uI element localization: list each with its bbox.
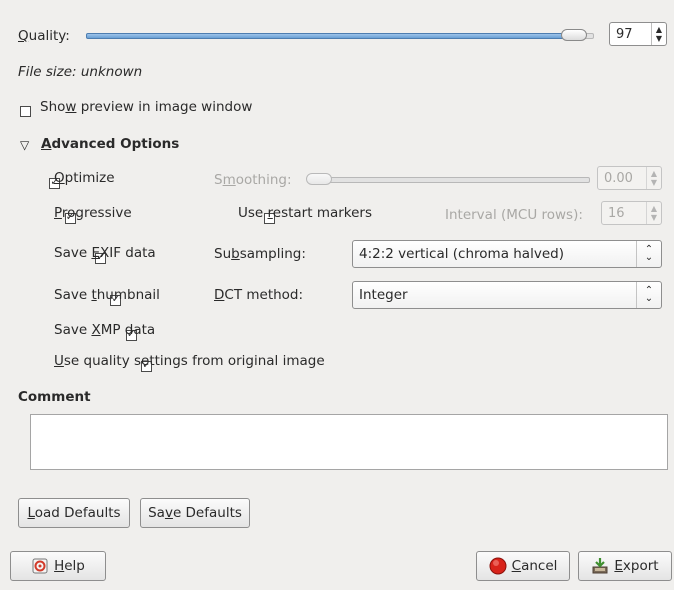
subsampling-value[interactable]: 4:2:2 vertical (chroma halved) — [353, 246, 636, 262]
quality-slider-handle[interactable] — [561, 29, 587, 41]
subsampling-combo[interactable]: 4:2:2 vertical (chroma halved) ⌃ ⌄ — [352, 240, 662, 268]
smoothing-spin-arrows-icon[interactable]: ▲ ▼ — [646, 167, 661, 189]
comment-textarea[interactable] — [30, 414, 668, 470]
smoothing-spinbox[interactable]: 0.00 ▲ ▼ — [597, 166, 662, 190]
help-button[interactable]: Help — [10, 551, 106, 581]
cancel-label: Cancel — [511, 558, 558, 574]
export-button[interactable]: Export — [578, 551, 672, 581]
smoothing-value[interactable]: 0.00 — [598, 171, 646, 186]
save-exif-label[interactable]: Save EXIF data — [54, 245, 156, 261]
cancel-icon — [489, 557, 507, 575]
quality-spinbox[interactable]: 97 ▲ ▼ — [609, 22, 667, 46]
combo-arrows-icon[interactable]: ⌃ ⌄ — [636, 241, 661, 267]
advanced-options-expander[interactable]: Advanced Options — [41, 136, 179, 152]
quality-spin-arrows-icon[interactable]: ▲ ▼ — [651, 23, 666, 45]
smoothing-label: Smoothing: — [214, 172, 292, 188]
save-defaults-label: Save Defaults — [148, 505, 242, 521]
smoothing-slider-track[interactable] — [310, 177, 590, 183]
comment-heading: Comment — [18, 389, 91, 405]
dct-method-label: DCT method: — [214, 287, 304, 303]
expander-open-icon[interactable]: ▽ — [20, 138, 29, 152]
help-icon — [31, 557, 49, 575]
dct-method-value[interactable]: Integer — [353, 287, 636, 303]
export-icon — [591, 557, 609, 575]
show-preview-label[interactable]: Show preview in image window — [40, 99, 252, 115]
load-defaults-button[interactable]: Load Defaults — [18, 498, 130, 528]
file-size-label: File size: unknown — [18, 64, 143, 80]
progressive-label[interactable]: Progressive — [54, 205, 132, 221]
interval-spinbox[interactable]: 16 ▲ ▼ — [601, 201, 662, 225]
combo-arrows-icon[interactable]: ⌃ ⌄ — [636, 282, 661, 308]
cancel-button[interactable]: Cancel — [476, 551, 570, 581]
smoothing-slider-handle[interactable] — [306, 173, 332, 185]
quality-label: Quality: — [18, 28, 70, 44]
quality-slider-fill[interactable] — [86, 33, 568, 39]
optimize-label[interactable]: Optimize — [54, 170, 115, 186]
load-defaults-label: Load Defaults — [27, 505, 121, 521]
use-quality-label[interactable]: Use quality settings from original image — [54, 353, 325, 369]
help-label: Help — [54, 558, 85, 574]
save-defaults-button[interactable]: Save Defaults — [140, 498, 250, 528]
interval-label: Interval (MCU rows): — [445, 207, 583, 223]
interval-value[interactable]: 16 — [602, 206, 646, 221]
subsampling-label: Subsampling: — [214, 246, 306, 262]
dct-method-combo[interactable]: Integer ⌃ ⌄ — [352, 281, 662, 309]
interval-spin-arrows-icon[interactable]: ▲ ▼ — [646, 202, 661, 224]
save-xmp-label[interactable]: Save XMP data — [54, 322, 155, 338]
save-thumbnail-label[interactable]: Save thumbnail — [54, 287, 160, 303]
quality-value[interactable]: 97 — [610, 27, 651, 42]
export-label: Export — [614, 558, 659, 574]
show-preview-checkbox[interactable] — [20, 105, 31, 117]
restart-markers-label[interactable]: Use restart markers — [238, 205, 372, 221]
